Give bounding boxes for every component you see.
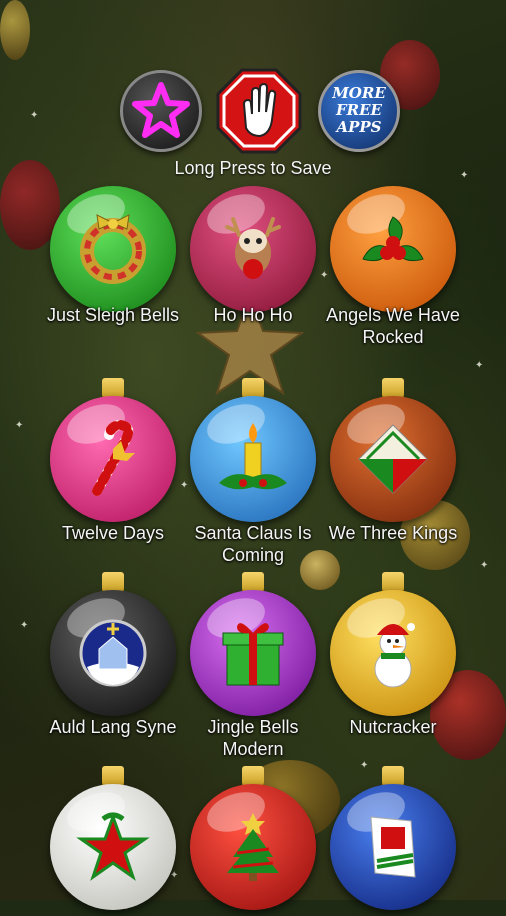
song-button-auld-lang-syne[interactable] [50, 572, 176, 722]
apps-label: APPS [336, 118, 382, 136]
more-free-apps-icon: MORE FREE APPS [321, 85, 397, 136]
card-icon [370, 816, 416, 878]
candy-cane-icon [92, 419, 135, 496]
song-label: Jingle Bells Modern [207, 717, 299, 759]
song-button-ho-ho-ho[interactable] [190, 168, 316, 318]
song-button-nutcracker[interactable] [330, 572, 456, 722]
wreath-icon [80, 214, 146, 284]
song-button-we-three-kings[interactable] [330, 378, 456, 528]
song-button-jingle-bells-modern[interactable] [190, 572, 316, 722]
song-label: Nutcracker [349, 717, 437, 737]
reindeer-icon [225, 217, 281, 279]
song-button-twelve-days[interactable] [50, 378, 176, 528]
holly-icon [362, 216, 424, 262]
song-button-angels-we-have-rocked[interactable] [330, 168, 456, 318]
candle-icon [219, 423, 287, 490]
song-label: Santa Claus Is Coming [194, 523, 312, 565]
envelope-icon [358, 424, 428, 494]
free-label: FREE [336, 101, 382, 119]
song-label: Twelve Days [61, 523, 165, 543]
snow-globe-icon [79, 619, 147, 687]
more-label: MORE [332, 84, 386, 102]
star-icon [132, 82, 190, 138]
gift-icon [222, 623, 284, 686]
song-button-just-sleigh-bells[interactable] [50, 168, 176, 318]
song-label: Just Sleigh Bells [46, 305, 180, 325]
stop-hand-icon [216, 68, 302, 154]
song-label: We Three Kings [328, 523, 458, 543]
song-button-12[interactable] [330, 766, 456, 916]
christmas-tree-icon [227, 813, 279, 881]
stop-button[interactable] [216, 68, 302, 154]
song-button-10[interactable] [50, 766, 176, 916]
more-free-apps-button[interactable]: MORE FREE APPS [318, 70, 400, 152]
song-label: Auld Lang Syne [49, 717, 177, 737]
song-button-11[interactable] [190, 766, 316, 916]
song-label: Ho Ho Ho [213, 305, 293, 325]
snowman-icon [374, 623, 415, 688]
star-ornament-icon [76, 812, 150, 881]
song-button-santa-claus-is-coming[interactable] [190, 378, 316, 528]
song-label: Angels We Have Rocked [326, 305, 460, 347]
favorites-star-button[interactable] [120, 70, 202, 152]
